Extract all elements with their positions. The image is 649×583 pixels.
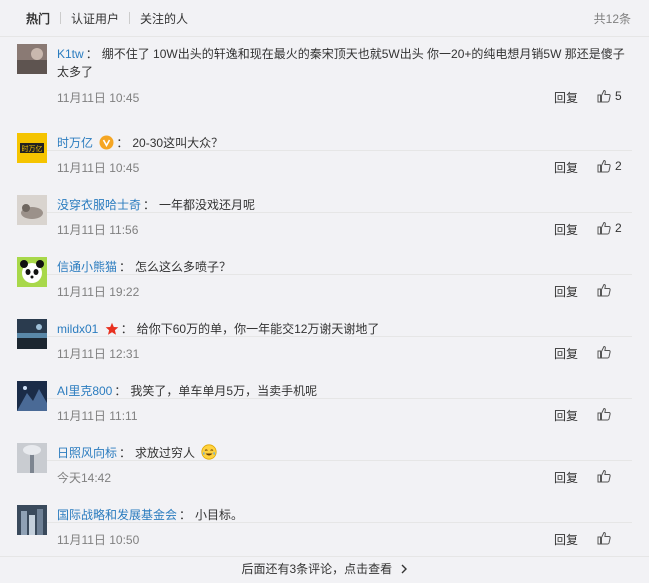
comment-body: 没穿衣服哈士奇：一年都没戏还月呢 — [57, 198, 256, 212]
comment-body: 信通小熊猫：怎么这么多喷子？ — [57, 260, 232, 274]
reply-button[interactable]: 回复 — [554, 159, 578, 176]
like-button[interactable] — [597, 345, 615, 359]
comment-body: AI里克800：我笑了，单车单月5万，当卖手机呢 — [57, 384, 318, 398]
comment-item: 国际战略和发展基金会：小目标。 11月11日 10:50 回复 — [0, 498, 649, 560]
reply-button[interactable]: 回复 — [554, 89, 578, 106]
comment-text: 我笑了，单车单月5万，当卖手机呢 — [130, 384, 318, 398]
like-button[interactable] — [597, 283, 615, 297]
username[interactable]: 国际战略和发展基金会 — [57, 508, 177, 522]
username[interactable]: mildx01 — [57, 322, 98, 336]
comment-item: 信通小熊猫：怎么这么多喷子？ 11月11日 19:22 回复 — [0, 250, 649, 312]
comment-item: AI里克800：我笑了，单车单月5万，当卖手机呢 11月11日 11:11 回复 — [0, 374, 649, 436]
avatar[interactable] — [17, 505, 47, 535]
comment-time: 11月11日 10:50 — [57, 533, 140, 547]
reply-button[interactable]: 回复 — [554, 469, 578, 486]
like-button[interactable]: 2 — [597, 159, 622, 173]
like-count: 2 — [615, 159, 622, 173]
avatar[interactable] — [17, 195, 47, 225]
comment-count: 共12条 — [593, 11, 631, 26]
comment-item: K1tw：绷不住了 10W出头的轩逸和现在最火的秦宋顶天也就5W出头 你一20+… — [0, 37, 649, 119]
reply-button[interactable]: 回复 — [554, 531, 578, 548]
username[interactable]: 信通小熊猫 — [57, 260, 117, 274]
comment-text-continued: 太多了 — [57, 65, 94, 79]
like-button[interactable] — [597, 531, 615, 545]
like-button[interactable]: 5 — [597, 89, 622, 103]
comment-text: 20-30这叫大众？ — [132, 136, 224, 150]
comment-time: 11月11日 10:45 — [57, 161, 140, 175]
comment-text: 一年都没戏还月呢 — [159, 198, 256, 212]
like-button[interactable] — [597, 469, 615, 483]
tab-divider — [129, 12, 131, 24]
tab-divider — [60, 12, 62, 24]
like-count: 2 — [615, 221, 622, 235]
load-more-comments[interactable]: 后面还有3条评论，点击查看 — [0, 556, 649, 583]
like-button[interactable] — [597, 407, 615, 421]
tab-following[interactable]: 关注的人 — [140, 10, 188, 27]
tab-verified-users[interactable]: 认证用户 — [71, 10, 119, 27]
comment-item: 日照风向标：求放过穷人 今天14:42 回复 — [0, 436, 649, 498]
comment-item: mildx01 ：给你下60万的单，你一年能交12万谢天谢地了 11月11日 1… — [0, 312, 649, 374]
comment-text: 绷不住了 10W出头的轩逸和现在最火的秦宋顶天也就5W出头 你一20+的纯电想月… — [101, 47, 625, 61]
comment-text: 小目标。 — [195, 508, 244, 522]
thumb-up-icon — [597, 221, 611, 235]
comment-text: 求放过穷人 — [135, 446, 196, 460]
username[interactable]: 没穿衣服哈士奇 — [57, 198, 141, 212]
star-badge-icon — [105, 322, 119, 335]
tab-hot[interactable]: 热门 — [26, 10, 50, 27]
avatar[interactable] — [17, 443, 47, 473]
comment-body: 国际战略和发展基金会：小目标。 — [57, 508, 244, 522]
thumb-up-icon — [597, 159, 611, 173]
thumb-up-icon — [597, 469, 611, 483]
chevron-right-icon — [401, 564, 407, 574]
comment-time: 11月11日 12:31 — [57, 347, 140, 361]
verified-badge-icon — [99, 135, 114, 150]
comment-tabs: 热门 认证用户 关注的人 共12条 — [0, 0, 649, 37]
username[interactable]: 日照风向标 — [57, 446, 117, 460]
load-more-label: 后面还有3条评论，点击查看 — [241, 562, 393, 576]
comment-text: 给你下60万的单，你一年能交12万谢天谢地了 — [136, 322, 380, 336]
avatar[interactable] — [17, 319, 47, 349]
avatar[interactable] — [17, 257, 47, 287]
comment-time: 11月11日 10:45 — [57, 91, 140, 105]
username[interactable]: K1tw — [57, 47, 84, 61]
comment-time: 今天14:42 — [57, 471, 112, 485]
avatar[interactable]: 时万亿 — [17, 133, 47, 163]
comment-panel: 热门 认证用户 关注的人 共12条 K1tw：绷不住了 10W出头的轩逸和现在最… — [0, 0, 649, 583]
thumb-up-icon — [597, 531, 611, 545]
username[interactable]: 时万亿 — [57, 136, 93, 150]
reply-button[interactable]: 回复 — [554, 283, 578, 300]
svg-text:时万亿: 时万亿 — [22, 144, 43, 153]
thumb-up-icon — [597, 283, 611, 297]
thumb-up-icon — [597, 89, 611, 103]
avatar[interactable] — [17, 381, 47, 411]
comment-text: 怎么这么多喷子？ — [135, 260, 232, 274]
thumb-up-icon — [597, 407, 611, 421]
comment-body: 日照风向标：求放过穷人 — [57, 444, 629, 462]
avatar[interactable] — [17, 44, 47, 74]
comment-item: 没穿衣服哈士奇：一年都没戏还月呢 11月11日 11:56 回复 2 — [0, 188, 649, 250]
reply-button[interactable]: 回复 — [554, 345, 578, 362]
reply-button[interactable]: 回复 — [554, 221, 578, 238]
comment-item: 时万亿 时万亿 ： 20-30这叫大众？ 11月11日 10:45 回复 2 — [0, 126, 649, 188]
reply-button[interactable]: 回复 — [554, 407, 578, 424]
like-count: 5 — [615, 89, 622, 103]
like-button[interactable]: 2 — [597, 221, 622, 235]
comment-time: 11月11日 19:22 — [57, 285, 140, 299]
comment-time: 11月11日 11:11 — [57, 409, 138, 423]
comment-body: 时万亿 ： 20-30这叫大众？ — [57, 135, 224, 150]
crying-laugh-emoji-icon — [201, 444, 217, 460]
comment-time: 11月11日 11:56 — [57, 223, 139, 237]
username[interactable]: AI里克800 — [57, 384, 112, 398]
comment-body: K1tw：绷不住了 10W出头的轩逸和现在最火的秦宋顶天也就5W出头 你一20+… — [57, 47, 625, 79]
thumb-up-icon — [597, 345, 611, 359]
comment-body: mildx01 ：给你下60万的单，你一年能交12万谢天谢地了 — [57, 322, 380, 336]
